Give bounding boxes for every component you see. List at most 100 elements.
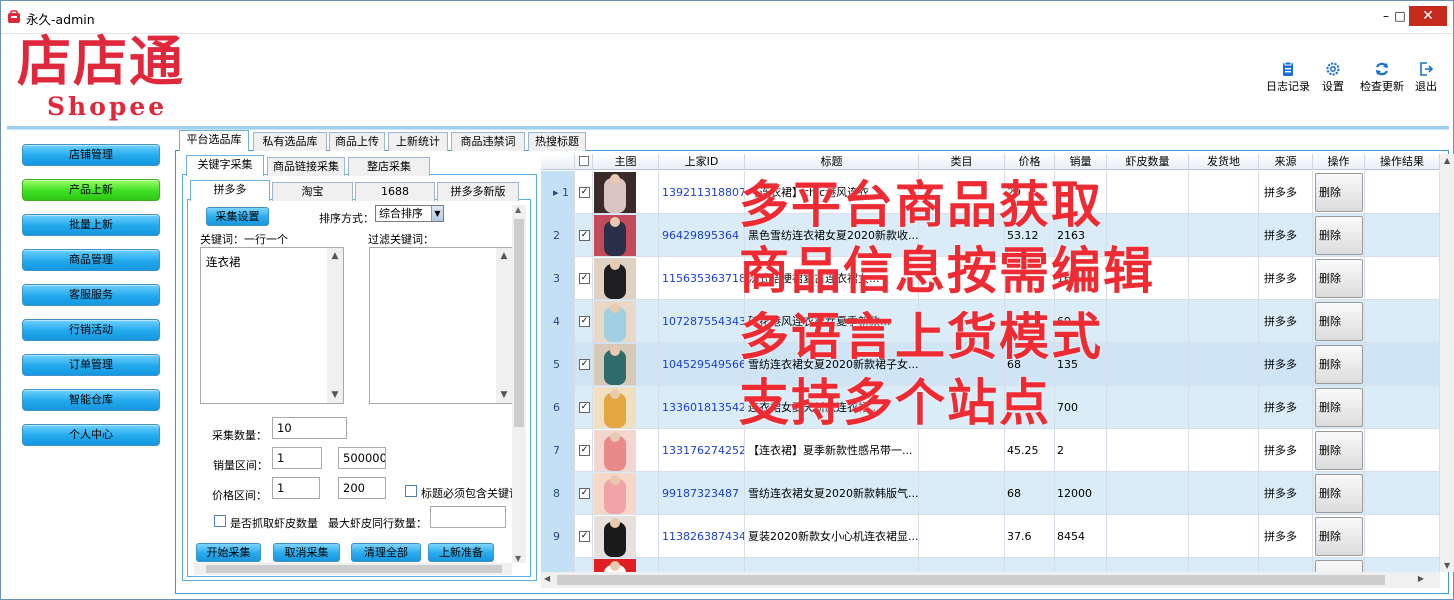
seller-id[interactable]: 107287554343 xyxy=(659,300,745,343)
toolbar-log-button[interactable]: 日志记录 xyxy=(1266,61,1310,94)
sidebar-item-orders[interactable]: 订单管理 xyxy=(22,354,160,376)
delete-button[interactable]: 删除 xyxy=(1315,302,1363,341)
table-vscrollbar[interactable]: ▲ ▼ xyxy=(1440,154,1454,572)
sidebar-item-profile[interactable]: 个人中心 xyxy=(22,424,160,446)
table-row[interactable]: ✓ 删除 xyxy=(541,558,1440,572)
sidebar-item-warehouse[interactable]: 智能仓库 xyxy=(22,389,160,411)
table-hscrollbar[interactable]: ◀ ▶ xyxy=(541,572,1440,588)
row-checkbox[interactable]: ✓ xyxy=(579,402,590,413)
seller-id[interactable]: 96429895364 xyxy=(659,214,745,257)
maximize-button[interactable]: □ xyxy=(1391,6,1409,26)
keywords-textarea[interactable]: 连衣裙 ▲ ▼ xyxy=(200,247,344,404)
form-vscrollbar[interactable]: ▲ ▼ xyxy=(512,205,526,563)
grab-shrimp-checkbox[interactable] xyxy=(214,515,226,527)
toolbar-settings-button[interactable]: 设置 xyxy=(1320,61,1346,94)
seller-id[interactable]: 104529549566 xyxy=(659,343,745,386)
sidebar-item-shop[interactable]: 店铺管理 xyxy=(22,144,160,166)
seller-id[interactable]: 99187323487 xyxy=(659,472,745,515)
row-checkbox-cell[interactable]: ✓ xyxy=(575,386,593,429)
collect-settings-button[interactable]: 采集设置 xyxy=(206,207,269,226)
clear-all-button[interactable]: 清理全部 xyxy=(351,543,421,562)
sidebar-item-marketing[interactable]: 行销活动 xyxy=(22,319,160,341)
column-header[interactable]: 上家ID xyxy=(659,154,745,170)
row-checkbox-cell[interactable]: ✓ xyxy=(575,171,593,214)
sidebar-item-batch-new[interactable]: 批量上新 xyxy=(22,214,160,236)
column-header[interactable]: 销量 xyxy=(1055,154,1107,170)
seller-id[interactable]: 133601813542 xyxy=(659,386,745,429)
header-checkbox[interactable] xyxy=(578,156,589,166)
row-checkbox[interactable]: ✓ xyxy=(579,273,590,284)
column-header[interactable]: 主图 xyxy=(593,154,659,170)
tab-taobao[interactable]: 淘宝 xyxy=(272,182,353,201)
column-header[interactable]: 操作 xyxy=(1313,154,1365,170)
delete-button[interactable]: 删除 xyxy=(1315,560,1363,572)
column-header[interactable]: 标题 xyxy=(745,154,919,170)
tab-platform-library[interactable]: 平台选品库 xyxy=(179,130,249,151)
seller-id[interactable]: 139211318807 xyxy=(659,171,745,214)
toolbar-exit-button[interactable]: 退出 xyxy=(1413,61,1439,94)
cancel-collect-button[interactable]: 取消采集 xyxy=(273,543,340,562)
toolbar-update-button[interactable]: 检查更新 xyxy=(1360,61,1404,94)
row-checkbox-cell[interactable]: ✓ xyxy=(575,300,593,343)
row-checkbox[interactable]: ✓ xyxy=(579,488,590,499)
collect-count-input[interactable]: 10 xyxy=(272,417,347,439)
column-header[interactable]: 价格 xyxy=(1005,154,1055,170)
start-collect-button[interactable]: 开始采集 xyxy=(196,543,261,562)
row-checkbox[interactable]: ✓ xyxy=(579,187,590,198)
sales-min-input[interactable]: 1 xyxy=(272,447,322,469)
column-header[interactable]: 发货地 xyxy=(1189,154,1259,170)
sales-max-input[interactable]: 500000 xyxy=(338,447,386,469)
delete-button[interactable]: 删除 xyxy=(1315,259,1363,298)
column-header[interactable]: 操作结果 xyxy=(1365,154,1440,170)
prepare-upload-button[interactable]: 上新准备 xyxy=(428,543,494,562)
row-checkbox-cell[interactable]: ✓ xyxy=(575,429,593,472)
filter-keywords-textarea[interactable]: ▲ ▼ xyxy=(369,247,513,404)
seller-id[interactable]: 113826387434 xyxy=(659,515,745,558)
column-header[interactable] xyxy=(575,154,593,170)
tab-pinduoduo[interactable]: 拼多多 xyxy=(190,180,270,201)
close-button[interactable]: ✕ xyxy=(1409,6,1447,26)
sidebar-item-service[interactable]: 客服服务 xyxy=(22,284,160,306)
delete-button[interactable]: 删除 xyxy=(1315,474,1363,513)
row-checkbox-cell[interactable]: ✓ xyxy=(575,214,593,257)
tab-hot-titles[interactable]: 热搜标题 xyxy=(528,132,586,151)
tab-shop-collect[interactable]: 整店采集 xyxy=(348,157,430,176)
row-checkbox-cell[interactable]: ✓ xyxy=(575,472,593,515)
tab-banned-words[interactable]: 商品违禁词 xyxy=(451,132,525,151)
delete-button[interactable]: 删除 xyxy=(1315,431,1363,470)
row-checkbox[interactable]: ✓ xyxy=(579,359,590,370)
row-checkbox[interactable]: ✓ xyxy=(579,230,590,241)
table-row[interactable]: 8 ✓ 99187323487 雪纺连衣裙女夏2020新款韩版气... 68 12000 拼… xyxy=(541,472,1440,515)
max-shrimp-input[interactable] xyxy=(430,506,506,528)
column-header[interactable]: 虾皮数量 xyxy=(1107,154,1189,170)
delete-button[interactable]: 删除 xyxy=(1315,216,1363,255)
delete-button[interactable]: 删除 xyxy=(1315,345,1363,384)
row-checkbox[interactable]: ✓ xyxy=(579,531,590,542)
column-header[interactable]: 类目 xyxy=(919,154,1005,170)
column-header[interactable] xyxy=(541,154,575,170)
row-checkbox-cell[interactable]: ✓ xyxy=(575,558,593,572)
column-header[interactable]: 来源 xyxy=(1259,154,1313,170)
delete-button[interactable]: 删除 xyxy=(1315,173,1363,212)
tab-private-library[interactable]: 私有选品库 xyxy=(253,132,327,151)
seller-id[interactable]: 115635363718 xyxy=(659,257,745,300)
seller-id[interactable]: 133176274252 xyxy=(659,429,745,472)
price-max-input[interactable]: 200 xyxy=(338,477,386,499)
row-checkbox-cell[interactable]: ✓ xyxy=(575,343,593,386)
keywords-scrollbar[interactable]: ▲ ▼ xyxy=(327,248,343,403)
row-checkbox[interactable]: ✓ xyxy=(579,316,590,327)
row-checkbox[interactable]: ✓ xyxy=(579,445,590,456)
form-hscrollbar[interactable] xyxy=(194,563,512,575)
delete-button[interactable]: 删除 xyxy=(1315,517,1363,556)
sidebar-item-new-products[interactable]: 产品上新 xyxy=(22,179,160,201)
row-checkbox-cell[interactable]: ✓ xyxy=(575,515,593,558)
title-contain-checkbox[interactable] xyxy=(405,485,417,497)
tab-keyword-collect[interactable]: 关键字采集 xyxy=(186,155,264,176)
tab-product-upload[interactable]: 商品上传 xyxy=(329,132,385,151)
sort-select[interactable]: 综合排序 ▼ xyxy=(375,205,444,222)
table-row[interactable]: 9 ✓ 113826387434 夏装2020新款女小心机连衣裙显... 37.6 845… xyxy=(541,515,1440,558)
sidebar-item-products[interactable]: 商品管理 xyxy=(22,249,160,271)
price-min-input[interactable]: 1 xyxy=(272,477,320,499)
delete-button[interactable]: 删除 xyxy=(1315,388,1363,427)
row-checkbox-cell[interactable]: ✓ xyxy=(575,257,593,300)
